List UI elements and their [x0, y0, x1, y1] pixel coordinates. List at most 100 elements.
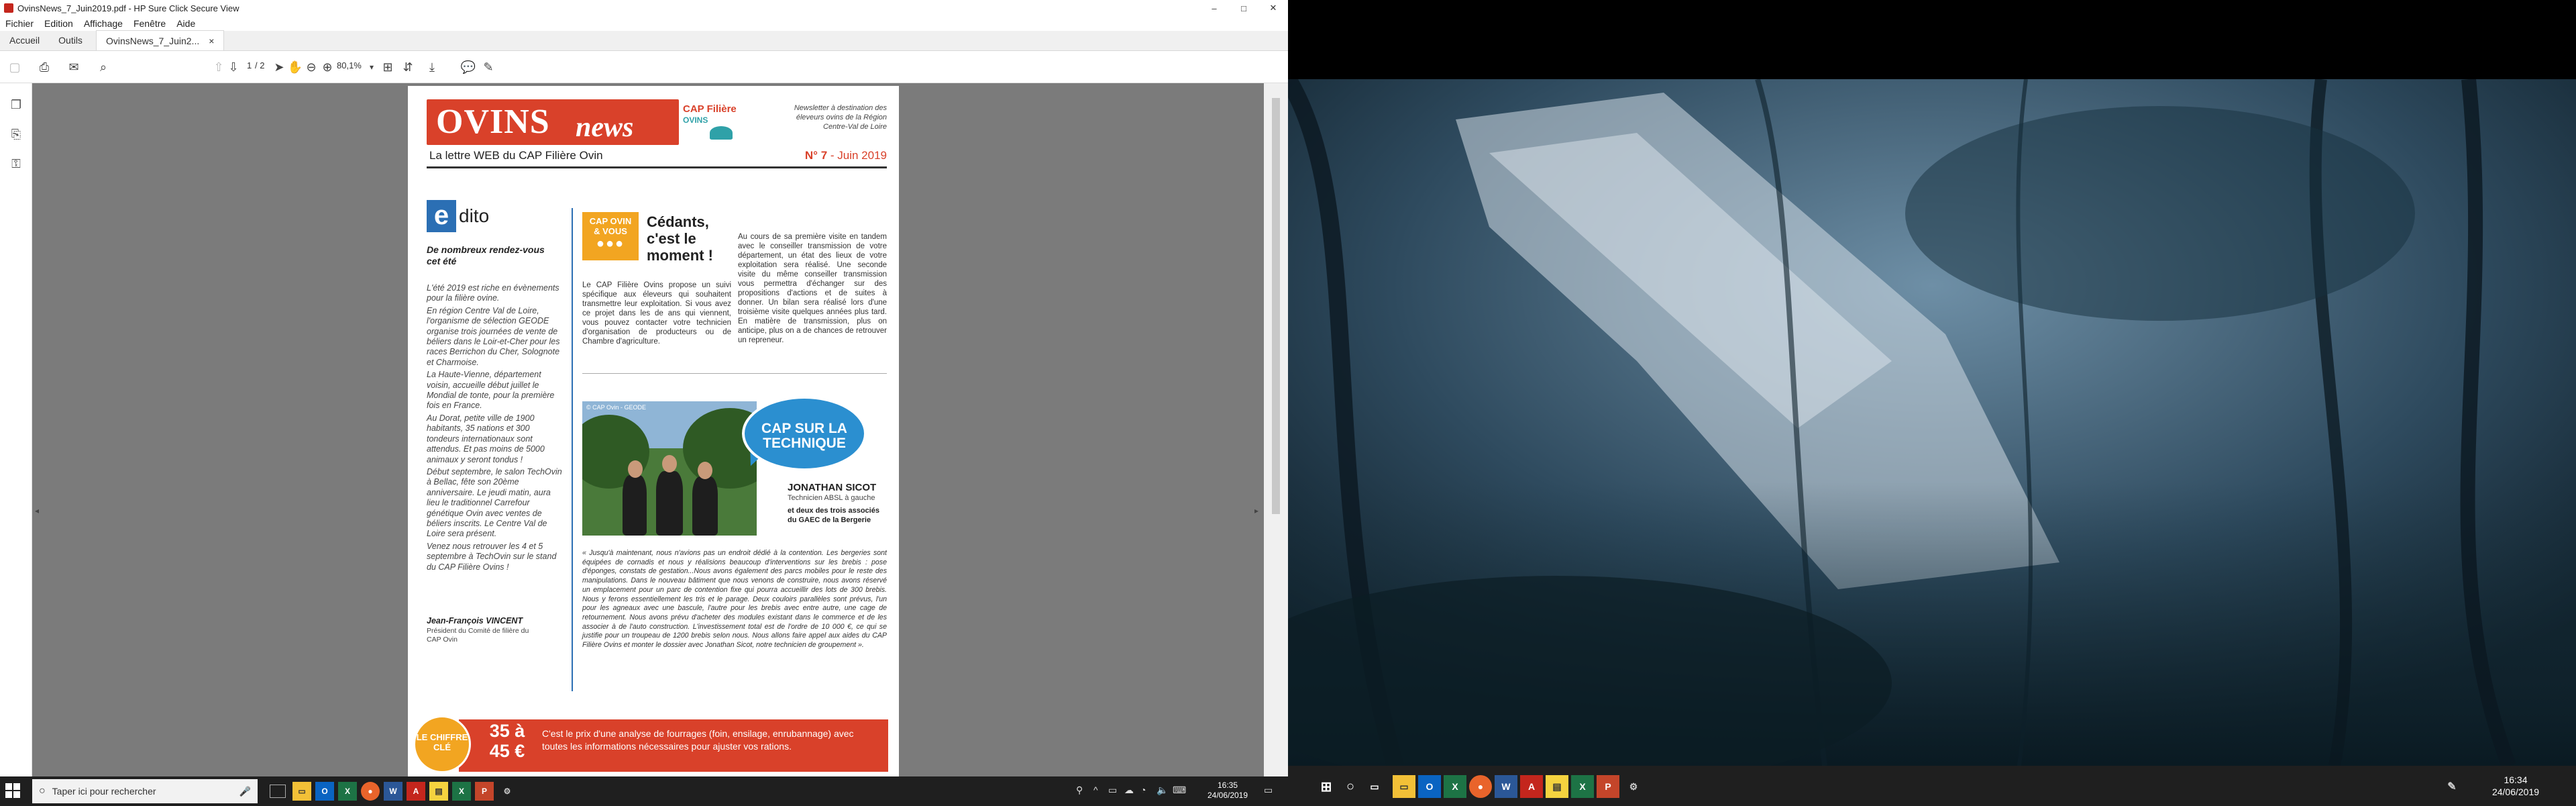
pdf-page: OVINS news CAP Filière OVINS Newsletter …	[408, 86, 899, 776]
minimize-button[interactable]: –	[1199, 0, 1229, 16]
pdf-viewer-window: OvinsNews_7_Juin2019.pdf - HP Sure Click…	[0, 0, 1288, 776]
chevron-up-icon[interactable]: ^	[1093, 785, 1098, 795]
title-bar: OvinsNews_7_Juin2019.pdf - HP Sure Click…	[0, 0, 1288, 16]
task-view-icon[interactable]: ▭	[1363, 775, 1386, 798]
excel-2-icon[interactable]: X	[452, 782, 471, 801]
zoom-in-icon[interactable]: ⊕	[319, 59, 335, 75]
close-button[interactable]: ✕	[1258, 0, 1288, 16]
vertical-scrollbar[interactable]	[1264, 83, 1288, 776]
people-tray-icon[interactable]: ⚲	[1076, 785, 1083, 796]
pages-icon[interactable]: ❐	[8, 97, 24, 113]
cap-technique-bubble: CAP SUR LA TECHNIQUE	[742, 396, 867, 471]
tab-close-icon[interactable]: ×	[209, 36, 214, 46]
attachment-icon[interactable]: ⎘	[8, 126, 24, 142]
pen-icon[interactable]: ✎	[480, 59, 496, 75]
hand-tool-icon[interactable]: ✋	[287, 59, 303, 75]
onedrive-icon[interactable]: ☁	[1124, 785, 1134, 796]
menu-edit[interactable]: Edition	[39, 18, 78, 29]
column-divider	[572, 208, 573, 691]
print-icon[interactable]: ⎙	[36, 59, 52, 75]
network-tool-icon[interactable]: ⚙	[498, 782, 517, 801]
header-divider	[427, 166, 887, 168]
firefox-icon[interactable]: ●	[361, 782, 380, 801]
chiffre-cle-text: C'est le prix d'une analyse de fourrages…	[542, 728, 854, 752]
acrobat-icon[interactable]: A	[407, 782, 425, 801]
people-icon: ●●●	[596, 236, 625, 251]
menu-window[interactable]: Fenêtre	[128, 18, 171, 29]
outlook-icon[interactable]: O	[1418, 775, 1441, 798]
taskbar-search[interactable]: ○ Taper ici pour rechercher 🎤	[32, 779, 258, 803]
edito-heading: dito	[459, 205, 490, 226]
file-explorer-icon[interactable]: ▭	[1393, 775, 1415, 798]
security-icon[interactable]: ⚿	[8, 156, 24, 172]
page-number-input[interactable]: 1	[247, 60, 252, 70]
fit-page-icon[interactable]: ⊞	[380, 59, 396, 75]
powerpoint-icon[interactable]: P	[1597, 775, 1619, 798]
windows-start-icon[interactable]: ⊞	[1315, 775, 1338, 798]
mail-icon[interactable]: ✉	[66, 59, 82, 75]
create-icon[interactable]: ▢	[7, 59, 23, 75]
chiffre-cle-value: 35 à 45 €	[489, 721, 525, 761]
network-tool-icon[interactable]: ⚙	[1622, 775, 1645, 798]
network-icon[interactable]: ▭	[1108, 785, 1117, 796]
keyboard-icon[interactable]: ⌨	[1173, 785, 1186, 796]
newsletter-subtitle: La lettre WEB du CAP Filière Ovin	[429, 149, 603, 162]
tab-document-label: OvinsNews_7_Juin2...	[105, 35, 200, 46]
clock-right[interactable]: 16:34 24/06/2019	[2469, 774, 2563, 798]
notifications-icon[interactable]: ▭	[1264, 785, 1273, 796]
word-icon[interactable]: W	[384, 782, 402, 801]
comment-icon[interactable]: 💬	[460, 59, 476, 75]
collapse-left-icon[interactable]: ◂	[35, 506, 39, 515]
select-cursor-icon[interactable]: ➤	[271, 59, 287, 75]
clock-left[interactable]: 16:35 24/06/2019	[1194, 780, 1261, 801]
section-divider	[582, 373, 887, 374]
excel-icon[interactable]: X	[338, 782, 357, 801]
excel-icon[interactable]: X	[1444, 775, 1466, 798]
sticky-notes-icon[interactable]: ▤	[429, 782, 448, 801]
word-icon[interactable]: W	[1495, 775, 1517, 798]
tab-tools[interactable]: Outils	[49, 30, 92, 50]
left-monitor: OvinsNews_7_Juin2019.pdf - HP Sure Click…	[0, 0, 1288, 806]
excel-2-icon[interactable]: X	[1571, 775, 1594, 798]
outlook-icon[interactable]: O	[315, 782, 334, 801]
menu-view[interactable]: Affichage	[78, 18, 128, 29]
task-view-icon[interactable]	[270, 785, 286, 798]
firefox-icon[interactable]: ●	[1469, 775, 1492, 798]
wifi-icon[interactable]: ◔	[1140, 785, 1146, 795]
powerpoint-icon[interactable]: P	[475, 782, 494, 801]
volume-icon[interactable]: 🔈	[1157, 785, 1168, 796]
scroll-mode-icon[interactable]: ⇵	[400, 59, 416, 75]
edito-subtitle: De nombreux rendez-vous cet été	[427, 244, 545, 266]
app-icon	[4, 3, 13, 13]
sticky-notes-icon[interactable]: ▤	[1546, 775, 1568, 798]
previous-page-icon[interactable]: ⇧	[211, 59, 227, 75]
acrobat-icon[interactable]: A	[1520, 775, 1543, 798]
pen-tray-icon[interactable]: ✎	[2440, 775, 2463, 798]
cortana-icon[interactable]: ○	[1339, 775, 1362, 798]
scroll-thumb[interactable]	[1272, 98, 1280, 514]
search-placeholder: Taper ici pour rechercher	[52, 786, 156, 797]
technician-name: JONATHAN SICOT	[788, 482, 877, 493]
next-page-icon[interactable]: ⇩	[225, 59, 241, 75]
cedants-col-a: Le CAP Filière Ovins propose un suivi sp…	[582, 281, 731, 346]
window-title: OvinsNews_7_Juin2019.pdf - HP Sure Click…	[17, 3, 239, 13]
microphone-icon[interactable]: 🎤	[239, 786, 251, 797]
search-icon[interactable]: ⌕	[95, 59, 111, 75]
download-icon[interactable]: ⤓	[424, 59, 440, 75]
zoom-dropdown-icon[interactable]: ▾	[364, 59, 380, 75]
zoom-level[interactable]: 80,1%	[337, 60, 362, 70]
issue-label: N° 7 - Juin 2019	[804, 149, 887, 162]
tab-document[interactable]: OvinsNews_7_Juin2... ×	[95, 30, 225, 50]
start-button[interactable]	[5, 783, 20, 798]
file-explorer-icon[interactable]: ▭	[292, 782, 311, 801]
maximize-button[interactable]: □	[1229, 0, 1258, 16]
tab-home[interactable]: Accueil	[0, 30, 49, 50]
zoom-out-icon[interactable]: ⊖	[303, 59, 319, 75]
newsletter-description: Newsletter à destination des éleveurs ov…	[794, 104, 887, 131]
menu-file[interactable]: Fichier	[0, 18, 39, 29]
right-monitor: ⊞ ○ ▭ ▭ O X ● W A ▤ X P ⚙ ✎ 16:34 24/06/…	[1288, 0, 2576, 806]
collapse-right-icon[interactable]: ▸	[1254, 506, 1258, 515]
menu-help[interactable]: Aide	[171, 18, 201, 29]
sheep-icon	[710, 126, 733, 140]
photo-caption: © CAP Ovin - GEODE	[586, 404, 646, 411]
